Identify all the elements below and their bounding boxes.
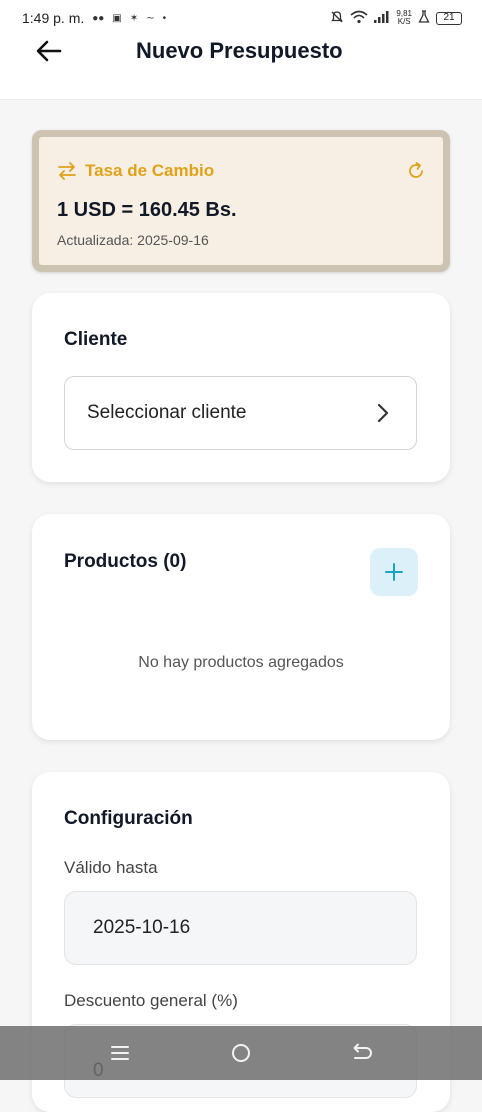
dot-icon: • xyxy=(162,12,167,24)
system-nav-bar xyxy=(0,1026,482,1080)
signal-icon xyxy=(374,10,390,26)
status-bar: 1:49 p. m. ●● ▣ ✶ ∼ • 9,81 K/S 21 xyxy=(0,0,482,36)
select-client-button[interactable]: Seleccionar cliente xyxy=(64,376,417,450)
wifi-icon xyxy=(350,10,368,27)
valid-until-field[interactable]: 2025-10-16 xyxy=(64,891,417,965)
products-section-title: Productos (0) xyxy=(64,551,187,572)
flask-icon xyxy=(418,10,430,26)
valid-until-value: 2025-10-16 xyxy=(93,917,191,938)
valid-until-label: Válido hasta xyxy=(64,858,158,877)
chevron-right-icon xyxy=(377,403,389,423)
exchange-rate-title: Tasa de Cambio xyxy=(85,161,215,180)
system-back-button[interactable] xyxy=(342,1033,382,1073)
select-client-label: Seleccionar cliente xyxy=(87,402,247,423)
home-button[interactable] xyxy=(221,1033,261,1073)
status-time: 1:49 p. m. xyxy=(22,10,85,26)
exchange-rate-card: Tasa de Cambio 1 USD = 160.45 Bs. Actual… xyxy=(32,130,450,272)
recent-apps-button[interactable] xyxy=(100,1033,140,1073)
settings-icon: ✶ xyxy=(129,12,139,24)
swap-icon xyxy=(58,162,76,180)
battery-icon: 21 xyxy=(436,11,462,25)
link-icon: ∼ xyxy=(146,12,155,24)
home-icon xyxy=(231,1044,250,1062)
client-card: Cliente Seleccionar cliente xyxy=(32,293,450,482)
exchange-rate-value: 1 USD = 160.45 Bs. xyxy=(57,199,237,221)
configuration-section-title: Configuración xyxy=(64,808,193,829)
notification-icon: ●● xyxy=(92,12,105,24)
app-icon: ▣ xyxy=(112,12,122,24)
net-speed: 9,81 K/S xyxy=(396,9,412,26)
refresh-rate-button[interactable] xyxy=(405,160,427,182)
app-header: Nuevo Presupuesto xyxy=(0,36,482,100)
products-card: Productos (0) No hay productos agregados xyxy=(32,514,450,740)
add-product-button[interactable] xyxy=(370,548,418,596)
refresh-icon xyxy=(409,162,423,178)
back-icon xyxy=(353,1043,372,1059)
page-title: Nuevo Presupuesto xyxy=(136,38,343,63)
exchange-rate-updated: Actualizada: 2025-09-16 xyxy=(57,232,209,248)
plus-icon xyxy=(385,563,403,581)
products-empty-message: No hay productos agregados xyxy=(138,654,344,671)
discount-label: Descuento general (%) xyxy=(64,991,238,1010)
arrow-left-icon xyxy=(36,40,62,62)
mute-icon xyxy=(330,10,344,27)
back-button[interactable] xyxy=(34,36,64,66)
menu-icon xyxy=(111,1046,130,1060)
client-section-title: Cliente xyxy=(64,329,128,350)
